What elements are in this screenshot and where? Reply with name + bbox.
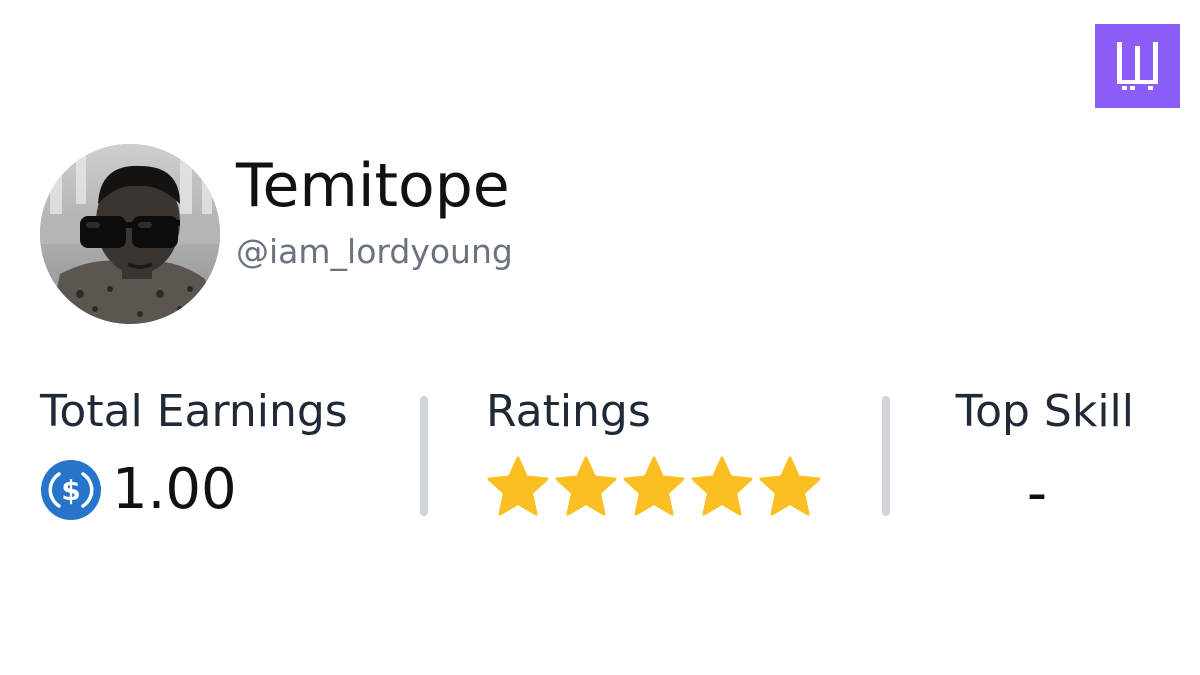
ratings-label: Ratings xyxy=(486,386,651,437)
star-icon xyxy=(555,456,617,516)
rating-stars xyxy=(486,456,822,518)
star-icon xyxy=(691,456,753,516)
svg-text:$: $ xyxy=(61,474,80,507)
avatar xyxy=(40,144,220,324)
top-skill-value: - xyxy=(1026,461,1048,526)
star-icon xyxy=(623,456,685,516)
star-icon xyxy=(759,456,821,516)
usdc-coin-icon: $ xyxy=(40,459,102,521)
brand-logo xyxy=(1095,24,1180,108)
w-logo-icon xyxy=(1116,42,1158,90)
star-icon xyxy=(487,456,549,516)
stat-divider xyxy=(882,396,890,516)
earnings-amount: 1.00 xyxy=(112,457,237,522)
stat-divider xyxy=(420,396,428,516)
earnings-label: Total Earnings xyxy=(40,386,348,437)
top-skill-label: Top Skill xyxy=(955,386,1134,437)
earnings-value-group: $ 1.00 xyxy=(40,456,237,524)
profile-handle: @iam_lordyoung xyxy=(236,232,513,271)
profile-name: Temitope xyxy=(236,151,510,221)
user-avatar-photo xyxy=(40,144,220,324)
